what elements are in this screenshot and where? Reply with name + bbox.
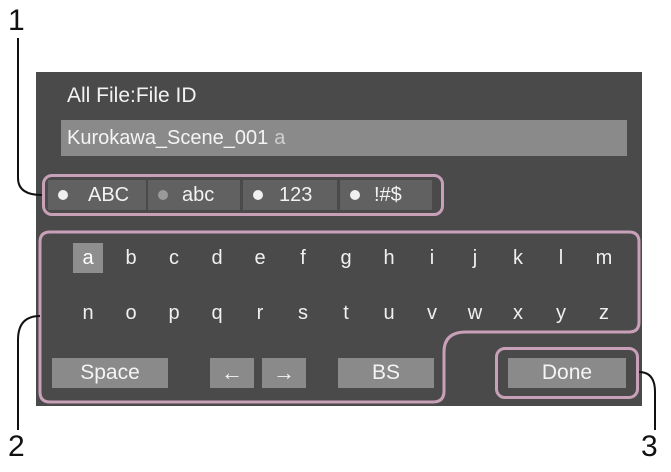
key-v[interactable]: v xyxy=(417,298,447,328)
input-cursor-char: a xyxy=(274,127,286,149)
key-s[interactable]: s xyxy=(288,298,318,328)
cursor-right-button[interactable]: → xyxy=(262,358,306,388)
key-d[interactable]: d xyxy=(202,243,232,273)
key-i[interactable]: i xyxy=(417,243,447,273)
menu-title: All File:File ID xyxy=(67,84,197,107)
key-a[interactable]: a xyxy=(73,243,103,273)
cursor-left-button[interactable]: ← xyxy=(210,358,254,388)
callout-1-outline xyxy=(42,174,444,216)
key-h[interactable]: h xyxy=(374,243,404,273)
key-q[interactable]: q xyxy=(202,298,232,328)
key-f[interactable]: f xyxy=(288,243,318,273)
key-r[interactable]: r xyxy=(245,298,275,328)
file-id-value: Kurokawa_Scene_001 xyxy=(67,127,269,149)
key-l[interactable]: l xyxy=(546,243,576,273)
key-w[interactable]: w xyxy=(460,298,490,328)
key-c[interactable]: c xyxy=(159,243,189,273)
callout-3: 3 xyxy=(641,430,658,463)
key-m[interactable]: m xyxy=(589,243,619,273)
key-j[interactable]: j xyxy=(460,243,490,273)
space-button[interactable]: Space xyxy=(52,358,168,388)
key-u[interactable]: u xyxy=(374,298,404,328)
key-p[interactable]: p xyxy=(159,298,189,328)
callout-1: 1 xyxy=(8,4,25,37)
key-e[interactable]: e xyxy=(245,243,275,273)
backspace-button[interactable]: BS xyxy=(338,358,434,388)
key-k[interactable]: k xyxy=(503,243,533,273)
key-t[interactable]: t xyxy=(331,298,361,328)
file-id-field[interactable]: Kurokawa_Scene_001 a xyxy=(61,120,627,156)
key-g[interactable]: g xyxy=(331,243,361,273)
key-n[interactable]: n xyxy=(73,298,103,328)
callout-3-outline xyxy=(495,347,639,399)
key-y[interactable]: y xyxy=(546,298,576,328)
key-b[interactable]: b xyxy=(116,243,146,273)
key-z[interactable]: z xyxy=(589,298,619,328)
key-o[interactable]: o xyxy=(116,298,146,328)
callout-2: 2 xyxy=(8,430,25,463)
key-x[interactable]: x xyxy=(503,298,533,328)
